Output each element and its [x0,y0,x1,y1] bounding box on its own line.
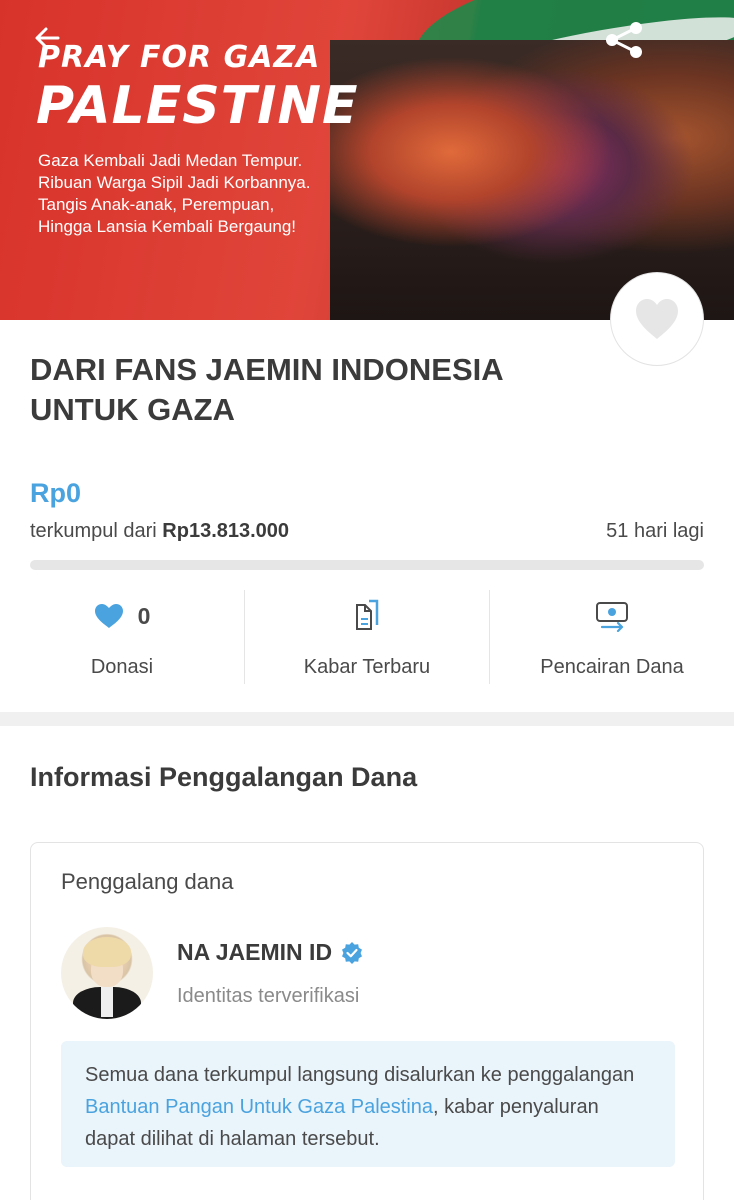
disbursement-tab[interactable]: Pencairan Dana [489,590,734,684]
back-arrow-icon[interactable] [28,18,68,58]
banner-line: Gaza Kembali Jadi Medan Tempur. [38,151,303,170]
target-text: terkumpul dari Rp13.813.000 [30,520,289,543]
banner-title-line2: PALESTINE [36,76,359,136]
updates-label: Kabar Terbaru [303,656,431,678]
avatar[interactable] [61,927,153,1019]
disbursement-label: Pencairan Dana [540,656,684,678]
banner-text: Gaza Kembali Jadi Medan Tempur. Ribuan W… [38,150,310,238]
favorite-button[interactable] [610,272,704,366]
updates-tab[interactable]: Kabar Terbaru [244,590,489,684]
organizer-name: NA JAEMIN ID [177,939,333,965]
donations-count: 0 [137,602,151,629]
notice-text: Semua dana terkumpul langsung disalurkan… [85,1064,635,1086]
heart-icon [94,604,123,628]
fundraiser-card: Penggalang dana NA JAEMIN ID Identitas t… [30,842,704,1200]
campaign-stats: 0 Donasi Kabar Terbaru Pencairan Dana [0,590,734,684]
campaign-title: DARI FANS JAEMIN INDONESIA UNTUK GAZA [30,352,503,427]
banner-line: Tangis Anak-anak, Perempuan, [38,195,275,214]
verified-status: Identitas terverifikasi [177,985,360,1007]
share-icon[interactable] [600,16,648,64]
section-title: Informasi Penggalangan Dana [30,762,418,792]
banner-title-line1: PRAY FOR GAZA [38,40,321,75]
days-left: 51 hari lagi [606,520,704,542]
donations-tab[interactable]: 0 Donasi [0,590,244,684]
banner-line: Ribuan Warga Sipil Jadi Korbannya. [38,173,311,192]
collected-amount: Rp0 [30,478,82,508]
heart-outline-icon [636,299,678,339]
target-amount: Rp13.813.000 [162,520,290,542]
card-label: Penggalang dana [61,869,234,894]
organizer-name-row[interactable]: NA JAEMIN ID [177,939,364,966]
banner-line: Hingga Lansia Kembali Bergaung! [38,217,297,236]
section-divider [0,712,734,726]
document-icon [356,599,379,630]
verified-badge-icon [342,941,363,964]
donations-label: Donasi [90,656,154,678]
campaign-link[interactable]: Bantuan Pangan Untuk Gaza Palestina [85,1096,433,1118]
money-transfer-icon [596,602,628,632]
progress-bar [30,560,704,570]
collected-prefix: terkumpul dari [30,520,157,542]
disbursement-notice: Semua dana terkumpul langsung disalurkan… [61,1041,675,1167]
